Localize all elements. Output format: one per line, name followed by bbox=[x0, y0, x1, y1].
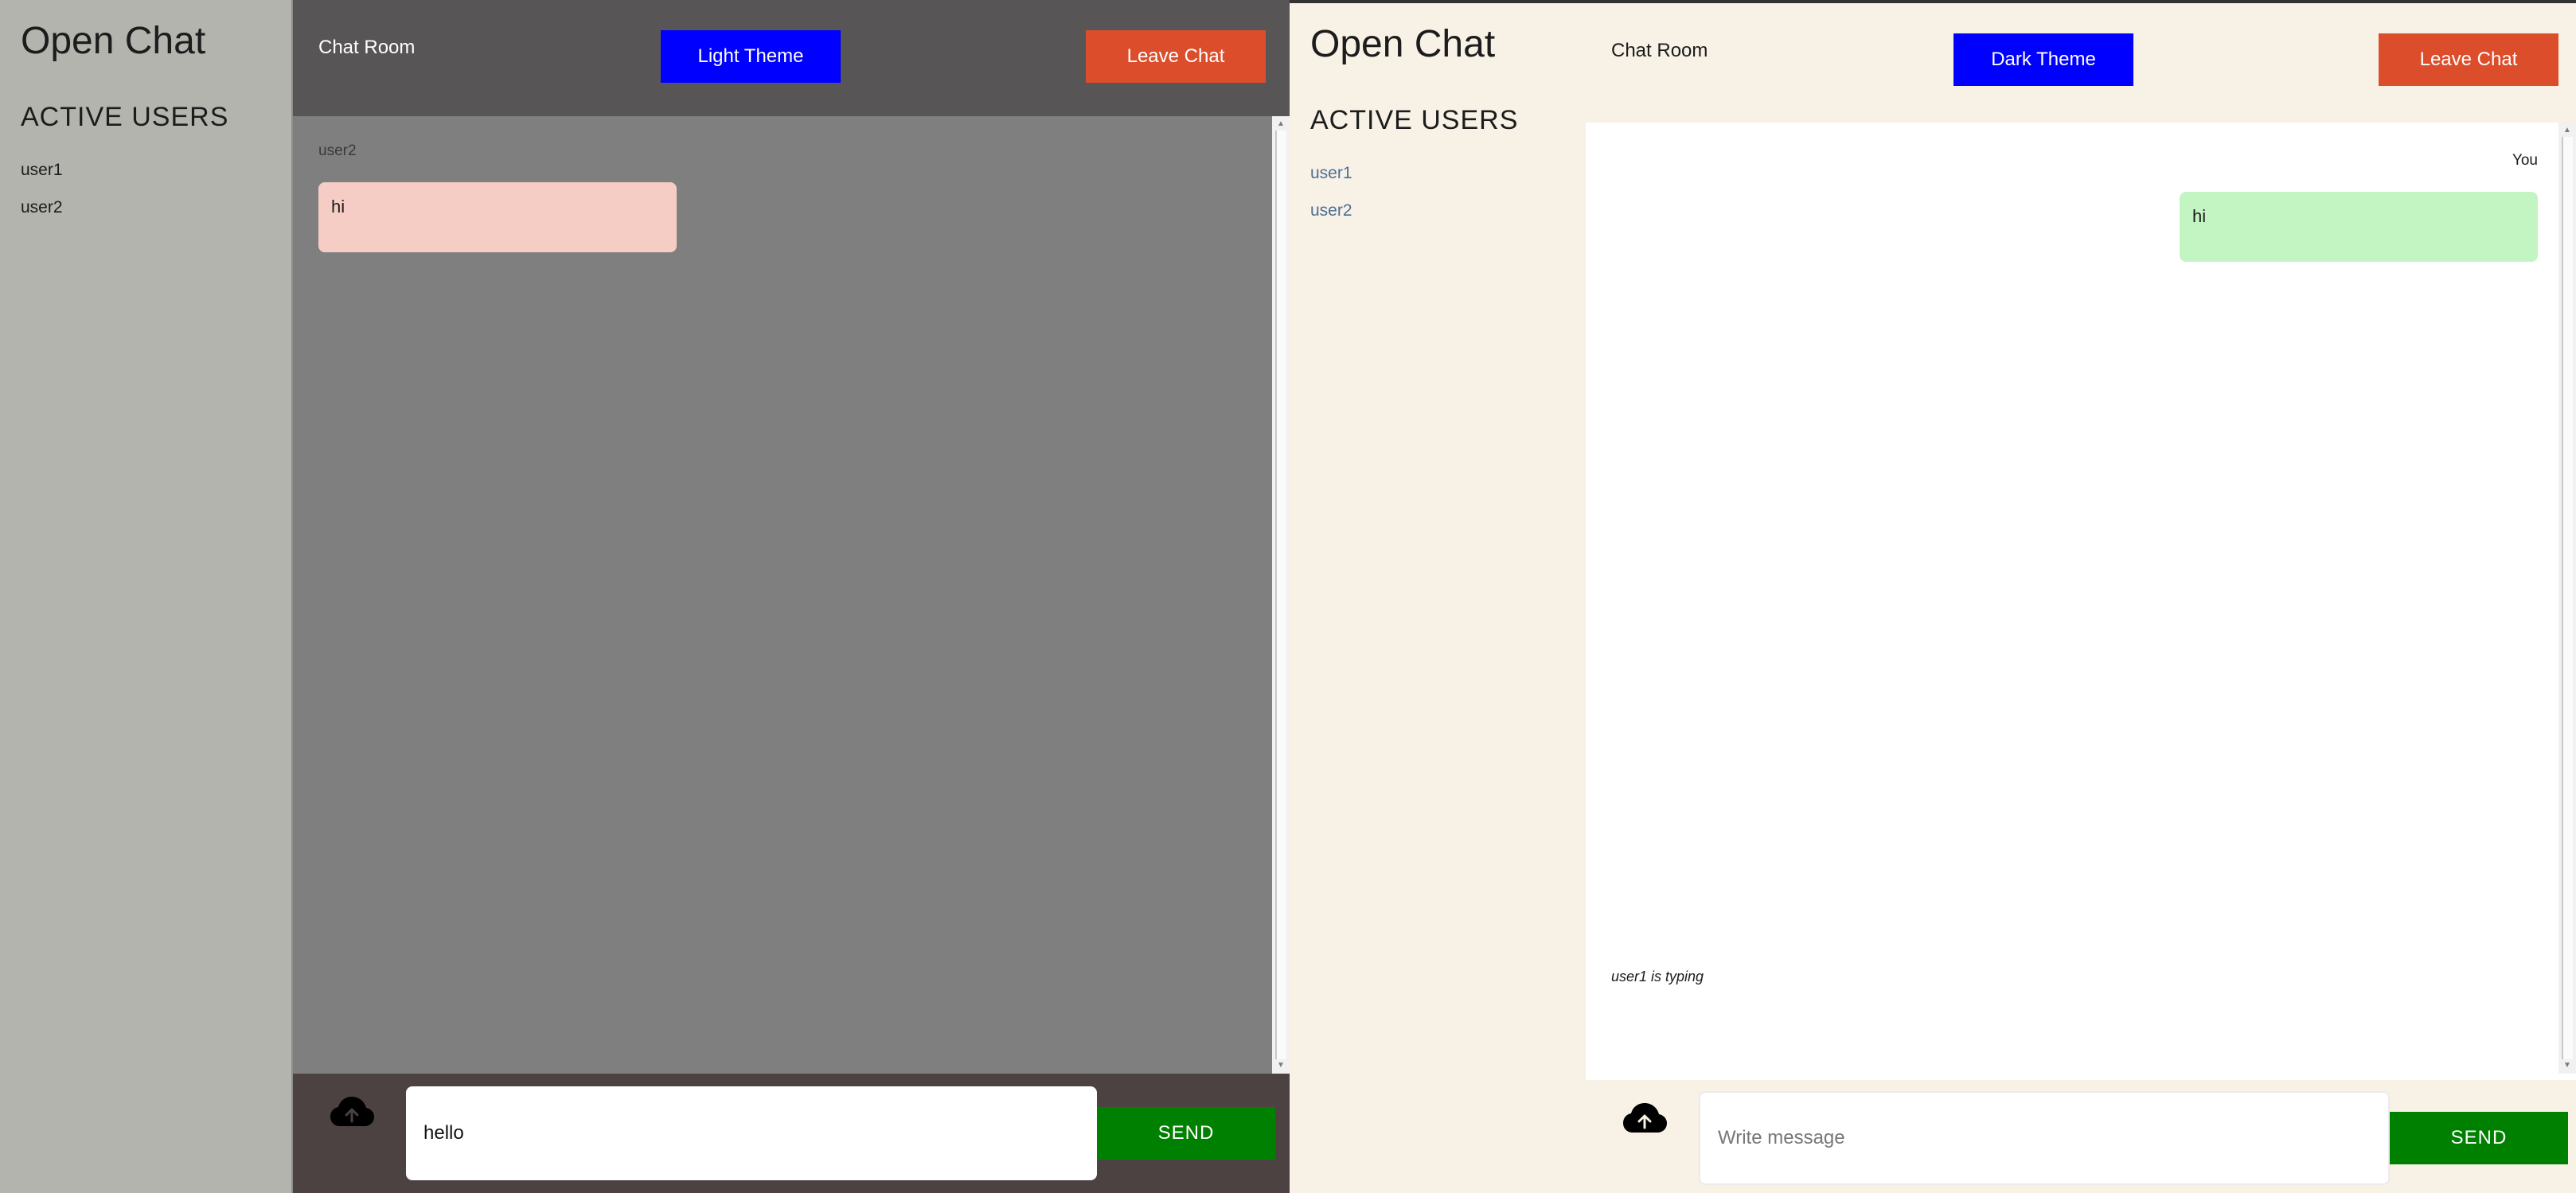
sidebar: Open Chat ACTIVE USERS user1 user2 bbox=[1290, 3, 1586, 1193]
active-users-heading: ACTIVE USERS bbox=[21, 102, 229, 132]
user-list-item: user2 bbox=[1310, 201, 1352, 220]
message-input[interactable] bbox=[1699, 1091, 2390, 1185]
chat-window-light: Open Chat ACTIVE USERS user1 user2 Chat … bbox=[1290, 0, 2576, 1193]
active-users-list: user1 user2 bbox=[21, 161, 63, 236]
sidebar: Open Chat ACTIVE USERS user1 user2 bbox=[0, 0, 293, 1193]
user-list-item: user1 bbox=[1310, 164, 1352, 182]
message-composer: SEND bbox=[293, 1074, 1290, 1193]
room-title: Chat Room bbox=[318, 37, 416, 58]
active-users-heading: ACTIVE USERS bbox=[1310, 105, 1519, 135]
scroll-up-arrow-icon[interactable]: ▲ bbox=[2558, 124, 2576, 137]
message-scrollbar[interactable]: ▲ ▼ bbox=[1272, 116, 1290, 1074]
chat-window-dark: Open Chat ACTIVE USERS user1 user2 Chat … bbox=[0, 0, 1290, 1193]
leave-chat-button[interactable]: Leave Chat bbox=[1086, 30, 1266, 83]
cloud-upload-icon[interactable] bbox=[330, 1094, 374, 1129]
room-title: Chat Room bbox=[1611, 40, 1708, 61]
message-sender: user2 bbox=[318, 142, 357, 159]
scrollbar-thumb[interactable] bbox=[1275, 131, 1286, 1059]
scrollbar-thumb[interactable] bbox=[2562, 137, 2573, 1059]
message-list[interactable]: user2 hi bbox=[293, 116, 1290, 1074]
send-button[interactable]: SEND bbox=[1097, 1107, 1275, 1160]
app-title: Open Chat bbox=[21, 20, 206, 62]
chat-header: Chat Room Light Theme Leave Chat bbox=[293, 0, 1290, 116]
message-bubble: hi bbox=[2180, 192, 2538, 262]
theme-toggle-button[interactable]: Light Theme bbox=[661, 30, 841, 83]
user-list-item: user1 bbox=[21, 161, 63, 179]
chat-header: Chat Room Dark Theme Leave Chat bbox=[1586, 3, 2576, 123]
cloud-upload-icon[interactable] bbox=[1622, 1101, 1667, 1136]
scroll-down-arrow-icon[interactable]: ▼ bbox=[2558, 1059, 2576, 1072]
typing-indicator: user1 is typing bbox=[1611, 969, 1704, 984]
leave-chat-button[interactable]: Leave Chat bbox=[2379, 33, 2558, 86]
message-composer: SEND bbox=[1586, 1080, 2576, 1193]
scroll-up-arrow-icon[interactable]: ▲ bbox=[1272, 118, 1290, 131]
message-input[interactable] bbox=[406, 1086, 1097, 1180]
app-title: Open Chat bbox=[1310, 23, 1496, 65]
chat-main: Chat Room Dark Theme Leave Chat You hi u… bbox=[1586, 3, 2576, 1193]
chat-main: Chat Room Light Theme Leave Chat user2 h… bbox=[293, 0, 1290, 1193]
message-bubble: hi bbox=[318, 182, 677, 252]
message-sender: You bbox=[2512, 152, 2538, 169]
message-list[interactable]: You hi user1 is typing bbox=[1586, 123, 2576, 1074]
active-users-list: user1 user2 bbox=[1310, 164, 1352, 239]
theme-toggle-button[interactable]: Dark Theme bbox=[1953, 33, 2133, 86]
user-list-item: user2 bbox=[21, 198, 63, 216]
message-scrollbar[interactable]: ▲ ▼ bbox=[2558, 123, 2576, 1074]
send-button[interactable]: SEND bbox=[2390, 1112, 2568, 1164]
scroll-down-arrow-icon[interactable]: ▼ bbox=[1272, 1059, 1290, 1072]
